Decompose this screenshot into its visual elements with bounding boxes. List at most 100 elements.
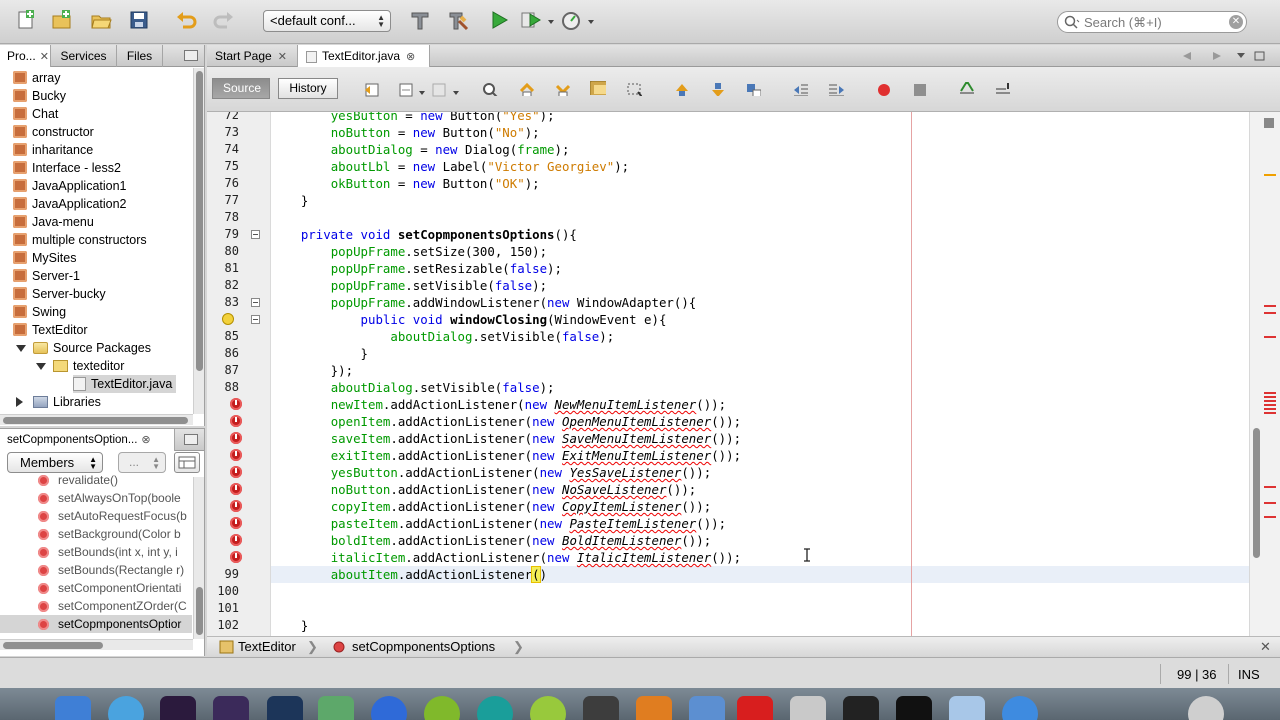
error-icon[interactable] bbox=[230, 466, 242, 478]
code-editor[interactable]: yesButton = new Button("Yes"); noButton … bbox=[271, 112, 1249, 636]
error-icon[interactable] bbox=[230, 415, 242, 427]
safari-dock-icon[interactable] bbox=[108, 696, 144, 720]
fold-icon[interactable] bbox=[251, 315, 260, 324]
debug-icon[interactable] bbox=[519, 8, 543, 32]
error-mark[interactable] bbox=[1264, 516, 1276, 518]
tree-item-library[interactable]: Libraries bbox=[33, 393, 101, 411]
close-breadcrumb-icon[interactable]: ✕ bbox=[1260, 637, 1271, 657]
tab-start-page[interactable]: Start Page ✕ bbox=[207, 45, 298, 67]
members-vertical-scrollbar[interactable] bbox=[193, 477, 204, 639]
member-item[interactable]: setComponentOrientati bbox=[0, 579, 192, 597]
minimize-panel-icon[interactable] bbox=[184, 50, 198, 61]
tree-item-java[interactable]: TextEditor.java bbox=[73, 375, 177, 393]
trash-dock-icon[interactable] bbox=[1188, 696, 1224, 720]
error-mark[interactable] bbox=[1264, 502, 1276, 504]
arduino-dock-icon[interactable] bbox=[477, 696, 513, 720]
filter-select[interactable]: ... ▲ ▼ bbox=[118, 452, 166, 473]
new-file-icon[interactable] bbox=[14, 8, 38, 32]
preview-dock-icon[interactable] bbox=[318, 696, 354, 720]
error-icon[interactable] bbox=[230, 398, 242, 410]
configuration-select[interactable]: <default conf... ▲ ▼ bbox=[263, 10, 391, 32]
tab-services[interactable]: Services bbox=[51, 45, 117, 67]
finder-dock-icon[interactable] bbox=[55, 696, 91, 720]
tree-item-folder[interactable]: Source Packages bbox=[33, 339, 151, 357]
xcode-dock-icon[interactable] bbox=[689, 696, 725, 720]
error-stripe[interactable] bbox=[1249, 112, 1280, 636]
tree-item-project[interactable]: TextEditor bbox=[13, 321, 88, 339]
clear-search-icon[interactable]: ✕ bbox=[1229, 15, 1243, 29]
close-tab-icon[interactable]: ⊗ bbox=[406, 51, 415, 63]
caret-position[interactable]: 99 | 36 bbox=[1177, 667, 1217, 682]
back-dropdown-icon[interactable] bbox=[419, 91, 425, 95]
insert-mode[interactable]: INS bbox=[1238, 667, 1260, 682]
back-icon[interactable] bbox=[397, 83, 413, 97]
tree-item-project[interactable]: Server-bucky bbox=[13, 285, 106, 303]
debug-dropdown-icon[interactable] bbox=[548, 20, 554, 24]
close-tab-icon[interactable]: ⊗ bbox=[141, 434, 150, 446]
error-mark[interactable] bbox=[1264, 392, 1276, 394]
android-dock-icon[interactable] bbox=[530, 696, 566, 720]
error-icon[interactable] bbox=[230, 483, 242, 495]
member-item[interactable]: setAlwaysOnTop(boole bbox=[0, 489, 192, 507]
virtualbox-dock-icon[interactable] bbox=[949, 696, 985, 720]
app-dock-icon[interactable] bbox=[1002, 696, 1038, 720]
scroll-thumb[interactable] bbox=[196, 587, 203, 635]
tree-item-project[interactable]: Interface - less2 bbox=[13, 159, 121, 177]
member-item[interactable]: setComponentZOrder(C bbox=[0, 597, 192, 615]
itunes-dock-icon[interactable] bbox=[371, 696, 407, 720]
member-item[interactable]: setBounds(Rectangle r) bbox=[0, 561, 192, 579]
tree-item-project[interactable]: JavaApplication2 bbox=[13, 195, 127, 213]
tree-item-project[interactable]: Java-menu bbox=[13, 213, 94, 231]
undo-icon[interactable] bbox=[174, 8, 198, 32]
rectangular-selection-icon[interactable] bbox=[626, 82, 642, 96]
collapse-icon[interactable] bbox=[16, 345, 26, 352]
start-macro-icon[interactable] bbox=[875, 82, 891, 96]
error-icon[interactable] bbox=[230, 432, 242, 444]
line-number-gutter[interactable]: 72 73 74 75 76 77 78 79 80 81 82 83 85 86 87 88 99 100 101… bbox=[207, 112, 271, 636]
clean-build-icon[interactable] bbox=[446, 8, 470, 32]
tab-navigator[interactable]: setCopmponentsOption... ⊗ bbox=[0, 429, 175, 451]
next-bookmark-icon[interactable] bbox=[709, 82, 725, 96]
system-prefs-dock-icon[interactable] bbox=[790, 696, 826, 720]
member-item[interactable]: setBounds(int x, int y, i bbox=[0, 543, 192, 561]
activity-monitor-dock-icon[interactable] bbox=[843, 696, 879, 720]
sublime-dock-icon[interactable] bbox=[636, 696, 672, 720]
navigator-options-button[interactable] bbox=[174, 452, 200, 473]
tree-item-project[interactable]: inharitance bbox=[13, 141, 93, 159]
scroll-thumb[interactable] bbox=[3, 642, 103, 649]
source-button[interactable]: Source bbox=[212, 78, 270, 99]
collapse-icon[interactable] bbox=[36, 363, 46, 370]
app-dock-icon[interactable] bbox=[583, 696, 619, 720]
comment-icon[interactable] bbox=[958, 81, 974, 95]
minimize-panel-icon[interactable] bbox=[184, 434, 198, 445]
forward-dropdown-icon[interactable] bbox=[453, 91, 459, 95]
fold-icon[interactable] bbox=[251, 298, 260, 307]
tree-item-project[interactable]: JavaApplication1 bbox=[13, 177, 127, 195]
profile-icon[interactable] bbox=[559, 8, 583, 32]
find-icon[interactable] bbox=[482, 82, 498, 96]
tree-item-package[interactable]: texteditor bbox=[53, 357, 124, 375]
terminal-dock-icon[interactable] bbox=[896, 696, 932, 720]
tree-item-project[interactable]: Bucky bbox=[13, 87, 66, 105]
run-icon[interactable] bbox=[487, 8, 511, 32]
error-mark[interactable] bbox=[1264, 486, 1276, 488]
previous-bookmark-icon[interactable] bbox=[673, 82, 689, 96]
new-project-icon[interactable] bbox=[50, 8, 74, 32]
error-icon[interactable] bbox=[230, 449, 242, 461]
warning-mark[interactable] bbox=[1264, 174, 1276, 176]
profile-dropdown-icon[interactable] bbox=[588, 20, 594, 24]
tree-item-project[interactable]: MySites bbox=[13, 249, 76, 267]
error-mark[interactable] bbox=[1264, 404, 1276, 406]
error-mark[interactable] bbox=[1264, 312, 1276, 314]
save-all-icon[interactable] bbox=[127, 8, 151, 32]
fold-icon[interactable] bbox=[251, 230, 260, 239]
members-select[interactable]: Members ▲ ▼ bbox=[7, 452, 103, 473]
tree-item-project[interactable]: multiple constructors bbox=[13, 231, 147, 249]
stop-macro-icon[interactable] bbox=[911, 82, 927, 96]
members-horizontal-scrollbar[interactable] bbox=[0, 639, 193, 650]
hint-bulb-icon[interactable] bbox=[222, 313, 234, 325]
tree-item-project[interactable]: Chat bbox=[13, 105, 58, 123]
tab-projects[interactable]: Pro... ✕ bbox=[0, 45, 51, 67]
forward-icon[interactable] bbox=[430, 83, 446, 97]
error-icon[interactable] bbox=[230, 534, 242, 546]
